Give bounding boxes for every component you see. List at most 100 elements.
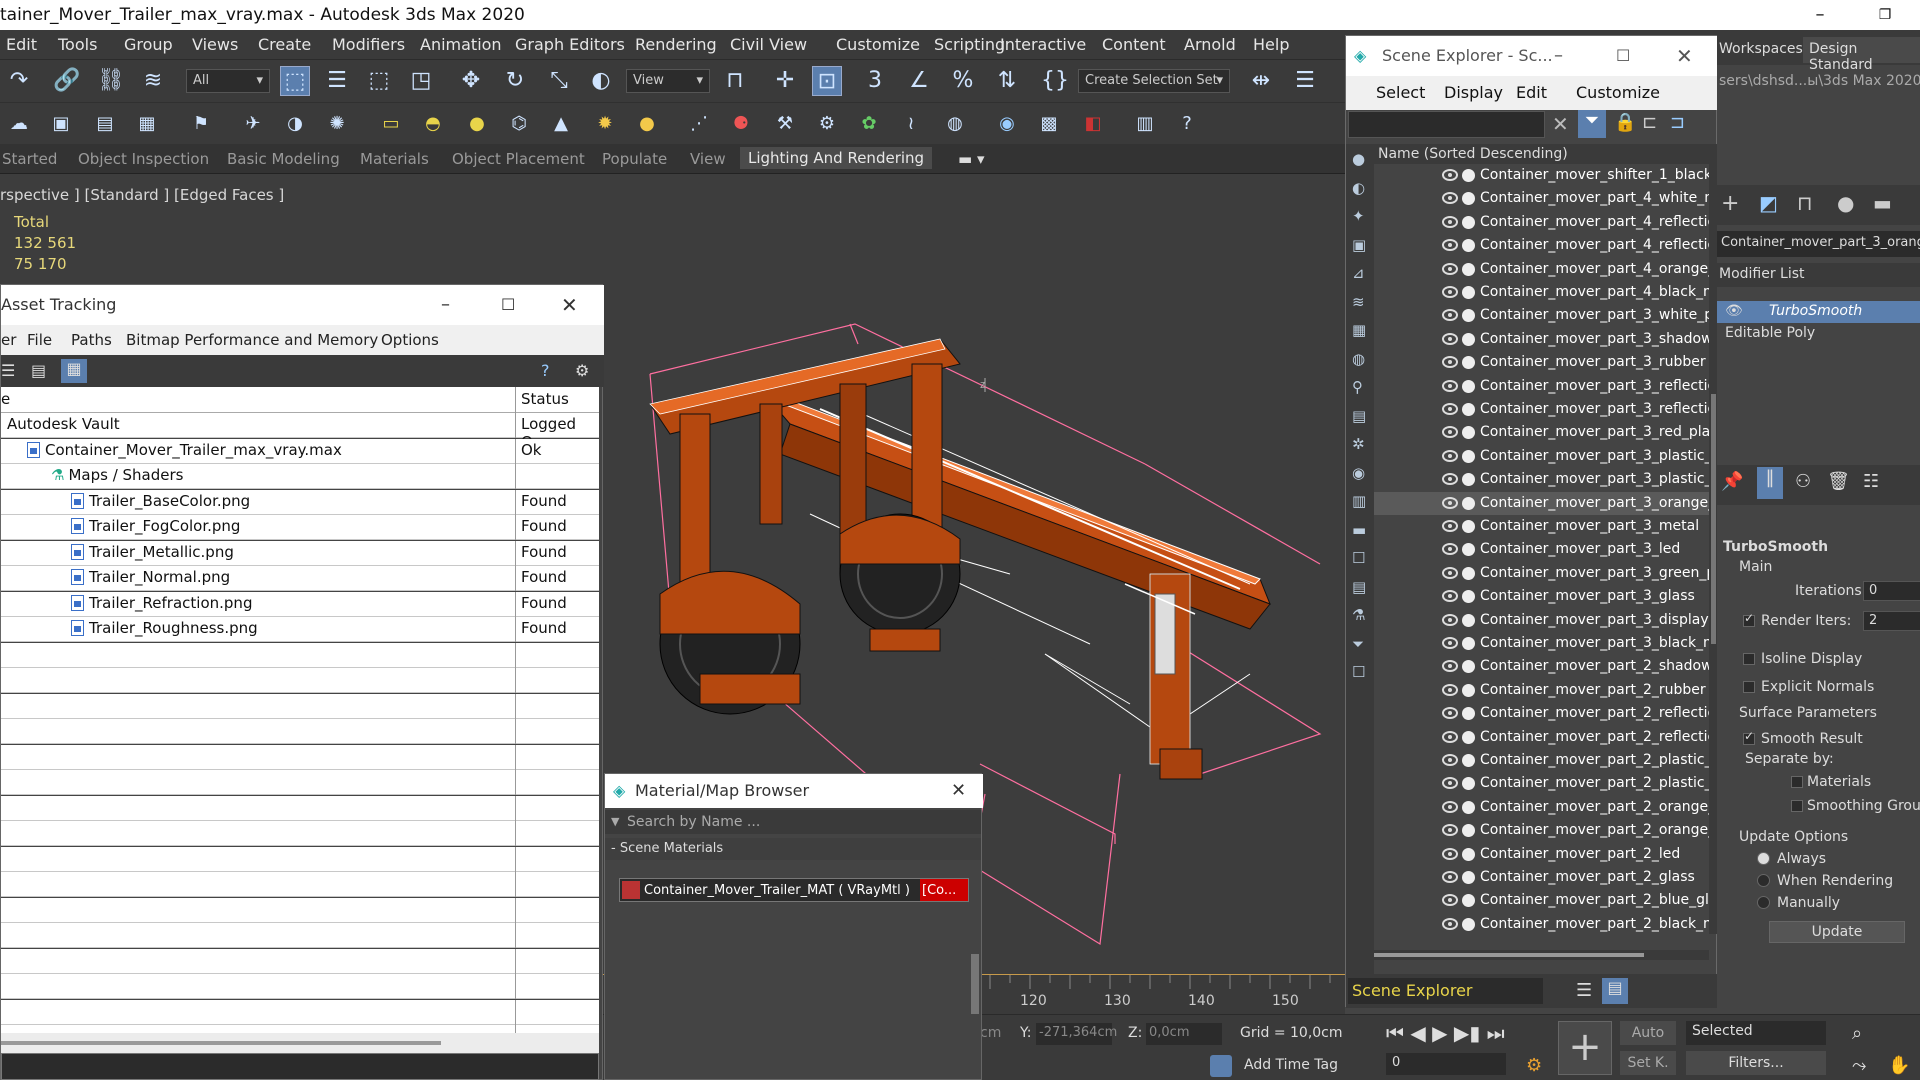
- render-iters-spinner[interactable]: 2: [1863, 611, 1920, 631]
- visibility-eye-icon[interactable]: [1442, 520, 1458, 532]
- ribbon-options-icon[interactable]: ▬ ▾: [958, 150, 984, 168]
- asset-row[interactable]: Trailer_FogColor.png Found: [1, 515, 599, 540]
- visibility-eye-icon[interactable]: [1442, 894, 1458, 907]
- scene-list-item[interactable]: Container_mover_part_4_black_metal: [1374, 281, 1709, 304]
- freeze-dot-icon[interactable]: [1462, 309, 1475, 323]
- add-time-tag[interactable]: Add Time Tag: [1244, 1057, 1338, 1073]
- freeze-dot-icon[interactable]: [1462, 637, 1475, 650]
- visibility-eye-icon[interactable]: [1442, 917, 1458, 930]
- rotate-icon[interactable]: ↻: [500, 66, 530, 96]
- plant-icon[interactable]: ✿: [854, 109, 884, 139]
- eye-icon[interactable]: 👁: [1725, 303, 1743, 319]
- sun-icon[interactable]: ✹: [590, 109, 620, 139]
- named-selection-set-dropdown[interactable]: Create Selection Set ▾: [1078, 69, 1230, 93]
- asset-row[interactable]: Trailer_Normal.png Found: [1, 566, 599, 591]
- visibility-eye-icon[interactable]: [1442, 637, 1458, 649]
- visibility-eye-icon[interactable]: [1442, 262, 1458, 275]
- freeze-dot-icon[interactable]: [1462, 707, 1475, 721]
- freeze-dot-icon[interactable]: [1462, 403, 1475, 416]
- menu-arnold[interactable]: Arnold: [1184, 35, 1236, 54]
- freeze-dot-icon[interactable]: [1462, 286, 1475, 299]
- asset-tracking-titlebar[interactable]: Asset Tracking – ☐ ✕: [1, 285, 604, 325]
- scene-explorer-selector[interactable]: Scene Explorer: [1348, 978, 1543, 1004]
- select-object-icon[interactable]: ⬚: [280, 66, 310, 96]
- filter-frozen-icon[interactable]: ◉: [1352, 464, 1365, 482]
- menu-civil-view[interactable]: Civil View: [730, 35, 807, 54]
- render-setup-icon[interactable]: ✺: [322, 109, 352, 139]
- scene-list-item[interactable]: Container_mover_part_2_rubber: [1374, 679, 1709, 702]
- menu-customize[interactable]: Customize: [836, 35, 920, 54]
- visibility-eye-icon[interactable]: [1442, 566, 1458, 579]
- scene-list-item[interactable]: Container_mover_part_3_green_plastic: [1374, 562, 1709, 585]
- set-key-icon[interactable]: +: [1558, 1021, 1612, 1075]
- visibility-eye-icon[interactable]: [1442, 754, 1458, 766]
- z-coordinate-field[interactable]: 0,0cm: [1146, 1023, 1222, 1045]
- freeze-dot-icon[interactable]: [1462, 169, 1475, 182]
- asset-row[interactable]: [1, 693, 599, 719]
- filter-invert-icon[interactable]: ▤: [1352, 578, 1366, 596]
- render-frame-icon[interactable]: ▣: [46, 109, 76, 139]
- visibility-eye-icon[interactable]: [1442, 403, 1458, 415]
- filter-spacewarps-icon[interactable]: ≋: [1352, 293, 1365, 311]
- spinner-snap-icon[interactable]: ⇅: [992, 66, 1022, 96]
- select-by-name-icon[interactable]: ☰: [322, 66, 352, 96]
- freeze-dot-icon[interactable]: [1462, 192, 1475, 206]
- menu-graph-editors[interactable]: Graph Editors: [515, 35, 625, 54]
- workspace-dropdown[interactable]: Design Standard: [1803, 37, 1920, 73]
- texture-icon[interactable]: ◍: [940, 109, 970, 139]
- scene-list-item[interactable]: Container_mover_part_4_reflection_2: [1374, 211, 1709, 234]
- scene-list-item[interactable]: Container_mover_shifter_1_black_meta: [1374, 164, 1709, 187]
- move-icon[interactable]: ✥: [456, 66, 486, 96]
- menu-create[interactable]: Create: [258, 35, 311, 54]
- edit-named-selection-icon[interactable]: {}: [1040, 66, 1070, 96]
- asset-row[interactable]: Container_Mover_Trailer_max_vray.max Ok: [1, 438, 599, 464]
- cloud-icon[interactable]: ☁: [4, 109, 34, 139]
- scale-icon[interactable]: ⤡: [544, 66, 574, 96]
- orbit-icon[interactable]: ⤳: [1852, 1055, 1866, 1076]
- scene-list-item[interactable]: Container_mover_part_3_glass: [1374, 585, 1709, 608]
- y-coordinate-field[interactable]: -271,364cm: [1036, 1023, 1117, 1045]
- visibility-eye-icon[interactable]: [1442, 613, 1458, 626]
- asset-row[interactable]: [1, 795, 599, 821]
- menu-rendering[interactable]: Rendering: [635, 35, 717, 54]
- align-icon[interactable]: ☰: [1290, 66, 1320, 96]
- minimize-icon[interactable]: –: [1554, 36, 1563, 76]
- scene-list-item[interactable]: Container_mover_part_2_black_metal: [1374, 913, 1709, 934]
- light-icon[interactable]: ●: [632, 109, 662, 139]
- visibility-eye-icon[interactable]: [1442, 192, 1458, 205]
- help-icon[interactable]: ?: [1172, 109, 1202, 139]
- freeze-dot-icon[interactable]: [1462, 215, 1475, 229]
- freeze-dot-icon[interactable]: [1462, 660, 1475, 674]
- scene-list-item[interactable]: Container_mover_part_2_orange_meta: [1374, 796, 1709, 819]
- scene-list-item[interactable]: Container_mover_part_4_orange_meta: [1374, 258, 1709, 281]
- asset-row[interactable]: [1, 821, 599, 846]
- material-search[interactable]: ▼ Search by Name ...: [605, 810, 981, 834]
- freeze-dot-icon[interactable]: [1462, 777, 1475, 791]
- menu-help[interactable]: Help: [1253, 35, 1289, 54]
- freeze-dot-icon[interactable]: [1462, 590, 1475, 604]
- remove-modifier-icon[interactable]: 🗑: [1827, 471, 1850, 492]
- manipulate-icon[interactable]: ✛: [770, 66, 800, 96]
- visibility-eye-icon[interactable]: [1442, 449, 1458, 462]
- create-tab-icon[interactable]: +: [1721, 191, 1739, 216]
- scene-horizontal-scrollbar[interactable]: [1374, 950, 1709, 960]
- filter-helpers-icon[interactable]: ⊿: [1352, 264, 1365, 282]
- user-path[interactable]: sers\dshsd...ы\3ds Max 2020: [1719, 73, 1920, 89]
- visibility-eye-icon[interactable]: [1442, 239, 1458, 252]
- bind-spacewarp-icon[interactable]: ≋: [138, 66, 168, 96]
- freeze-dot-icon[interactable]: [1462, 496, 1475, 510]
- freeze-dot-icon[interactable]: [1462, 332, 1475, 346]
- menu-content[interactable]: Content: [1102, 35, 1166, 54]
- stack-editable-poly-label[interactable]: Editable Poly: [1725, 325, 1815, 341]
- chevron-down-icon[interactable]: ▼: [611, 810, 619, 834]
- env-sphere-icon[interactable]: ◉: [992, 109, 1022, 139]
- scene-menu-customize[interactable]: Customize: [1576, 83, 1660, 102]
- filter-shapes-icon[interactable]: ◐: [1352, 179, 1365, 197]
- auto-key-button[interactable]: Auto: [1620, 1021, 1676, 1045]
- freeze-dot-icon[interactable]: [1462, 917, 1475, 931]
- filter-containers-icon[interactable]: ▤: [1352, 407, 1366, 425]
- smoothing-groups-checkbox[interactable]: [1791, 800, 1803, 812]
- scene-list-item[interactable]: Container_mover_part_3_reflection_1: [1374, 398, 1709, 421]
- asset-row[interactable]: [1, 642, 599, 668]
- scene-menu-display[interactable]: Display: [1444, 83, 1503, 102]
